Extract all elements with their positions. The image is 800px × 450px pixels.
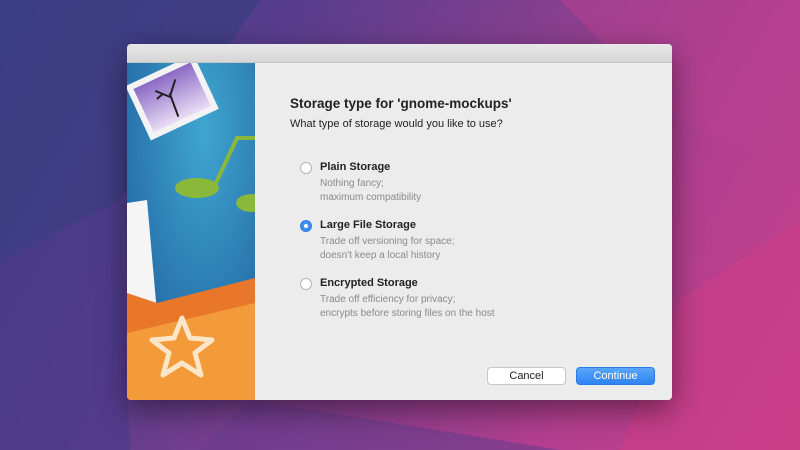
continue-button[interactable]: Continue [576, 367, 655, 385]
sidebar-illustration [127, 63, 255, 400]
option-label[interactable]: Large File Storage [320, 219, 416, 231]
dialog-subtitle: What type of storage would you like to u… [290, 118, 503, 130]
storage-type-dialog: Storage type for 'gnome-mockups' What ty… [127, 44, 672, 400]
cancel-button[interactable]: Cancel [487, 367, 566, 385]
dialog-title: Storage type for 'gnome-mockups' [290, 96, 512, 111]
option-description: Nothing fancy; maximum compatibility [320, 178, 422, 203]
radio-plain-storage[interactable] [300, 162, 312, 174]
option-label[interactable]: Plain Storage [320, 161, 390, 173]
option-description: Trade off efficiency for privacy; encrypt… [320, 294, 495, 319]
radio-large-file-storage[interactable] [300, 220, 312, 232]
radio-encrypted-storage[interactable] [300, 278, 312, 290]
option-description: Trade off versioning for space; doesn't k… [320, 236, 455, 261]
option-label[interactable]: Encrypted Storage [320, 277, 418, 289]
